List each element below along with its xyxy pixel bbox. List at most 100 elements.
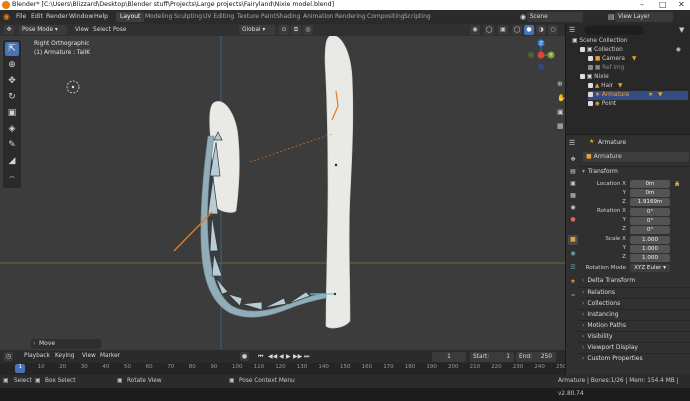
scale-x-field[interactable]: 1.000 — [630, 236, 670, 244]
timeline-editor-icon[interactable]: ◷ — [4, 352, 13, 361]
last-operator-panel[interactable]: › Move — [31, 339, 101, 349]
jump-start-icon[interactable]: ⏮ — [258, 350, 263, 363]
menu-help[interactable]: Help — [94, 10, 108, 24]
next-key-icon[interactable]: ▶▶ — [293, 350, 302, 363]
maximize-icon[interactable]: □ — [659, 0, 667, 10]
menu-file[interactable]: File — [16, 10, 26, 24]
outliner-row-scene-collection[interactable]: ▣ Scene Collection — [572, 37, 628, 46]
collections-panel[interactable]: › Collections — [578, 298, 690, 308]
timeline-menu-playback[interactable]: Playback — [24, 350, 50, 363]
checkbox-icon[interactable] — [580, 74, 585, 79]
solid-shading-icon[interactable]: ● — [524, 25, 534, 35]
outliner-row-armature[interactable]: ★ Armature ★ ▼ — [588, 91, 688, 100]
transform-panel-header[interactable]: ▾ Transform — [578, 166, 690, 176]
world-tab-icon[interactable]: ● — [568, 215, 578, 225]
visibility-panel[interactable]: › Visibility — [578, 331, 690, 341]
tool-tab-icon[interactable]: ✥ — [568, 155, 578, 165]
outliner-row-ref-img[interactable]: ■ Ref img — [588, 64, 624, 73]
cursor-tool-icon[interactable]: ⊕ — [5, 58, 19, 72]
bone-tab-icon[interactable]: ━ — [568, 291, 578, 301]
play-icon[interactable]: ▶ — [286, 350, 291, 363]
rotation-mode-select[interactable]: XYZ Euler ▾ — [630, 264, 670, 272]
menu-edit[interactable]: Edit — [31, 10, 43, 24]
scale-y-field[interactable]: 1.000 — [630, 245, 670, 253]
location-y-field[interactable]: 0m — [630, 189, 670, 197]
viewport-menu-view[interactable]: View — [75, 24, 89, 36]
checkbox-icon[interactable] — [580, 47, 585, 52]
checkbox-icon[interactable] — [588, 92, 593, 97]
checkbox-icon[interactable] — [588, 83, 593, 88]
rendered-shading-icon[interactable]: ○ — [548, 25, 558, 35]
timeline-ruler[interactable]: 1 10 20 30 40 50 60 70 80 90 100 110 120 130 140 150 160… — [0, 363, 567, 375]
view-object-types-icon[interactable]: ◉ — [470, 25, 480, 35]
orientation-selector[interactable]: Global ▾ — [239, 25, 275, 35]
zoom-icon[interactable]: ⊕ — [557, 80, 565, 88]
timeline-menu-marker[interactable]: Marker — [100, 350, 120, 363]
rotate-tool-icon[interactable]: ↻ — [5, 90, 19, 104]
relations-panel[interactable]: › Relations — [578, 287, 690, 297]
delta-transform-panel[interactable]: › Delta Transform — [578, 276, 690, 286]
viewport-menu-pose[interactable]: Pose — [113, 24, 126, 36]
annotate-tool-icon[interactable]: ✎ — [5, 138, 19, 152]
end-frame-field[interactable]: End: 250 — [516, 352, 556, 362]
camera-view-icon[interactable]: ▣ — [557, 108, 565, 116]
blender-menu-icon[interactable]: ◉ — [3, 10, 10, 24]
mode-selector[interactable]: Pose Mode ▾ — [19, 25, 67, 35]
proportional-edit-icon[interactable]: ◎ — [303, 25, 313, 35]
checkbox-icon[interactable] — [588, 101, 593, 106]
close-icon[interactable]: ✕ — [678, 0, 685, 10]
outliner-row-point[interactable]: ◉ Point — [588, 100, 616, 109]
eye-icon[interactable]: ◉ — [676, 46, 681, 55]
start-frame-field[interactable]: Start: 1 — [470, 352, 514, 362]
outliner-row-nixie[interactable]: ▣ Nixie — [580, 73, 609, 82]
pivot-icon[interactable]: ⊙ — [279, 25, 289, 35]
overlays-icon[interactable]: ◯ — [484, 25, 494, 35]
scene-selector[interactable]: Scene — [527, 12, 583, 22]
timeline-menu-view[interactable]: View — [82, 350, 96, 363]
snap-icon[interactable]: ⧉ — [291, 25, 301, 35]
tab-scripting[interactable]: Scripting — [400, 12, 435, 22]
move-tool-icon[interactable]: ✥ — [5, 74, 19, 88]
3d-viewport[interactable]: Z Y ⊕ ✋ ▣ ▦ — [0, 36, 565, 350]
rotation-x-field[interactable]: 0° — [630, 208, 670, 216]
record-icon[interactable]: ● — [240, 352, 249, 361]
select-box-tool-icon[interactable]: ⇱ — [5, 42, 19, 56]
outliner-editor-icon[interactable]: ☰ — [569, 26, 575, 34]
location-z-field[interactable]: 1.9169m — [630, 198, 670, 206]
scale-tool-icon[interactable]: ▣ — [5, 106, 19, 120]
menu-render[interactable]: Render — [46, 10, 68, 24]
motion-paths-panel[interactable]: › Motion Paths — [578, 320, 690, 330]
grid-perspective-icon[interactable]: ▦ — [557, 122, 565, 130]
armature-data-tab-icon[interactable]: ★ — [568, 277, 578, 287]
checkbox-icon[interactable] — [588, 65, 593, 70]
wireframe-shading-icon[interactable]: ◯ — [512, 25, 522, 35]
instancing-panel[interactable]: › Instancing — [578, 309, 690, 319]
play-reverse-icon[interactable]: ◀ — [279, 350, 284, 363]
output-tab-icon[interactable]: ▣ — [568, 179, 578, 189]
location-x-field[interactable]: 0m — [630, 180, 670, 188]
outliner-search-input[interactable] — [584, 26, 644, 35]
outliner-row-collection[interactable]: ▣ Collection ◉ — [580, 46, 681, 55]
menu-window[interactable]: Window — [69, 10, 93, 24]
custom-properties-panel[interactable]: › Custom Properties — [578, 353, 690, 363]
pan-hand-icon[interactable]: ✋ — [557, 94, 565, 102]
xray-icon[interactable]: ▣ — [498, 25, 508, 35]
viewport-display-panel[interactable]: › Viewport Display — [578, 342, 690, 352]
bend-bone-tool-icon[interactable]: ⌢ — [5, 170, 19, 184]
timeline-menu-keying[interactable]: Keying — [55, 350, 74, 363]
render-tab-icon[interactable]: ▤ — [568, 167, 578, 177]
material-shading-icon[interactable]: ◑ — [536, 25, 546, 35]
current-frame-field[interactable]: 1 — [432, 352, 466, 362]
editor-type-icon[interactable]: ✥ — [4, 25, 14, 35]
properties-editor-icon[interactable]: ☰ — [569, 139, 575, 147]
transform-tool-icon[interactable]: ◈ — [5, 122, 19, 136]
prev-key-icon[interactable]: ◀◀ — [268, 350, 277, 363]
constraints-tab-icon[interactable]: ☰ — [568, 263, 578, 273]
physics-tab-icon[interactable]: ◉ — [568, 249, 578, 259]
object-tab-icon[interactable]: ■ — [568, 235, 578, 245]
scene-tab-icon[interactable]: ◉ — [568, 203, 578, 213]
object-name-field[interactable]: ■ Armature — [583, 152, 689, 162]
jump-end-icon[interactable]: ⏭ — [304, 350, 309, 363]
rotation-y-field[interactable]: 0° — [630, 217, 670, 225]
minimize-icon[interactable]: – — [640, 0, 644, 10]
